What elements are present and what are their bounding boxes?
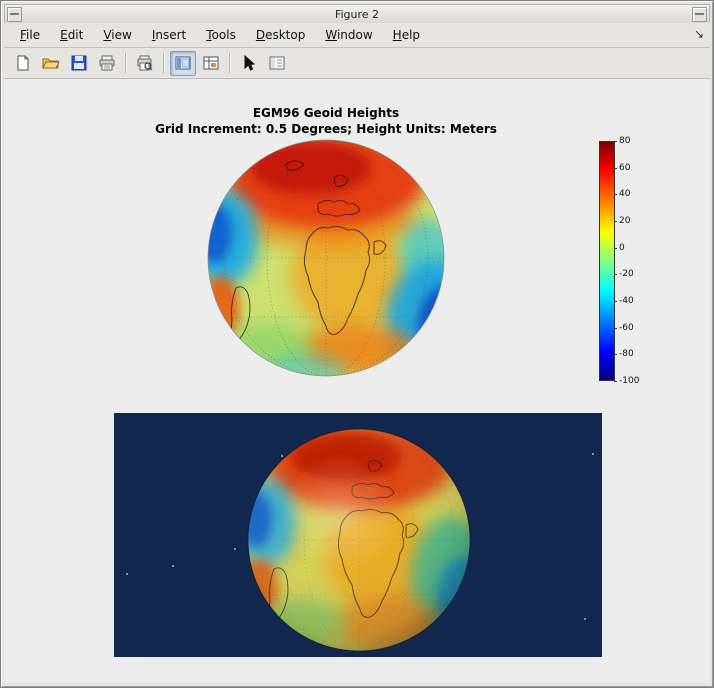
colorbar-tick: -20 [619,269,634,279]
plot-title-line2: Grid Increment: 0.5 Degrees; Height Unit… [4,121,648,137]
star-dot [234,548,236,550]
menu-tools[interactable]: Tools [196,26,246,44]
colorbar-tick: 20 [619,216,630,226]
toolbar-separator [125,53,127,73]
colorbar-tick: -80 [619,349,634,359]
figure-canvas: EGM96 Geoid Heights Grid Increment: 0.5 … [4,79,710,683]
colorbar-tick: 60 [619,163,630,173]
save-figure-button[interactable] [66,51,92,76]
title-bar[interactable]: Figure 2 [4,4,710,24]
hide-plot-tools-button[interactable] [170,51,196,76]
save-floppy-icon [71,55,87,71]
toolbar-separator [229,53,231,73]
window-close-button[interactable] [692,7,707,22]
geoid-globe-map [206,138,446,378]
menu-bar: File Edit View Insert Tools Desktop Wind… [4,23,710,48]
open-folder-icon [42,55,60,71]
plot-title-line1: EGM96 Geoid Heights [4,105,648,121]
new-figure-button[interactable] [10,51,36,76]
menu-window[interactable]: Window [315,26,382,44]
window-close-icon [695,13,704,15]
menu-view[interactable]: View [93,26,141,44]
show-plot-tools-button[interactable] [198,51,224,76]
figure-window: Figure 2 File Edit View Insert Tools Des… [0,0,714,688]
colorbar-tick: -40 [619,296,634,306]
menu-edit[interactable]: Edit [50,26,93,44]
colorbar [599,141,615,381]
new-file-icon [15,55,31,71]
printer-icon [98,55,116,71]
arrow-cursor-icon [243,55,255,71]
print-preview-button[interactable] [132,51,158,76]
undock-arrow-icon[interactable]: ↘ [694,27,704,41]
edit-plot-button[interactable] [236,51,262,76]
window-menu-icon [10,13,19,15]
colorbar-tick: 80 [619,136,630,146]
property-editor-icon [269,55,285,71]
window-menu-button[interactable] [7,7,22,22]
globe-3d-panel [114,413,602,657]
colorbar-ticks: 80 60 40 20 0 -20 -40 -60 -80 -100 [619,141,653,381]
figure-toolbar [4,48,710,79]
menu-file[interactable]: File [10,26,50,44]
plot-tools-show-icon [203,55,219,71]
geoid-globe-3d [246,427,472,653]
star-dot [592,453,594,455]
menu-desktop[interactable]: Desktop [246,26,316,44]
colorbar-tick: -60 [619,323,634,333]
toolbar-separator [163,53,165,73]
star-dot [126,573,128,575]
plot-title: EGM96 Geoid Heights Grid Increment: 0.5 … [4,105,648,137]
colorbar-tick: 0 [619,243,625,253]
print-figure-button[interactable] [94,51,120,76]
open-file-button[interactable] [38,51,64,76]
star-dot [584,618,586,620]
menu-help[interactable]: Help [383,26,430,44]
menu-insert[interactable]: Insert [142,26,196,44]
star-dot [172,565,174,567]
property-editor-button[interactable] [264,51,290,76]
print-preview-icon [136,55,154,71]
colorbar-tick: -100 [619,376,639,386]
colorbar-tick: 40 [619,189,630,199]
plot-tools-hide-icon [175,55,191,71]
window-title: Figure 2 [335,8,379,21]
